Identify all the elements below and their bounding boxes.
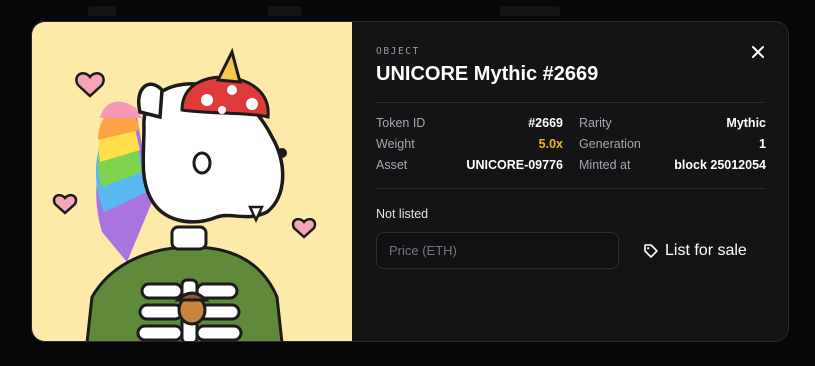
unicorn-skeleton-art <box>52 47 317 341</box>
weight-label: Weight <box>376 137 415 151</box>
divider <box>376 102 764 103</box>
close-icon <box>752 46 764 58</box>
token-detail-modal: OBJECT UNICORE Mythic #2669 Token ID #26… <box>31 21 789 342</box>
background-placeholder <box>88 6 116 16</box>
token-id-label: Token ID <box>376 116 426 130</box>
asset-value: UNICORE-09776 <box>466 158 563 172</box>
listing-status: Not listed <box>376 207 429 221</box>
divider <box>376 188 764 189</box>
token-title: UNICORE Mythic #2669 <box>376 63 599 85</box>
asset-label: Asset <box>376 158 408 172</box>
list-for-sale-button[interactable]: List for sale <box>635 232 755 269</box>
minted-label: Minted at <box>579 158 631 172</box>
tag-icon <box>644 243 658 258</box>
token-id-value: #2669 <box>528 116 563 130</box>
rarity-label: Rarity <box>579 116 612 130</box>
background-placeholder <box>500 6 560 16</box>
generation-label: Generation <box>579 137 641 151</box>
background-placeholder <box>268 6 302 16</box>
list-for-sale-label: List for sale <box>665 241 747 259</box>
weight-value: 5.0x <box>538 137 563 151</box>
generation-value: 1 <box>759 137 766 151</box>
price-input[interactable] <box>376 232 619 269</box>
eyebrow-label: OBJECT <box>376 46 420 57</box>
token-detail-panel: OBJECT UNICORE Mythic #2669 Token ID #26… <box>352 22 788 341</box>
token-artwork <box>32 22 352 341</box>
minted-value: block 25012054 <box>674 158 766 172</box>
close-button[interactable] <box>748 42 768 62</box>
rarity-value: Mythic <box>726 116 766 130</box>
token-details-grid: Token ID #2669 Rarity Mythic Weight 5.0x… <box>376 116 766 172</box>
